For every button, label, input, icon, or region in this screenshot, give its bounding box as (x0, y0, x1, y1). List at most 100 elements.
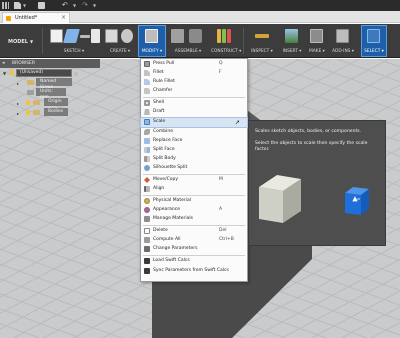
browser-header[interactable]: ◂ BROWSER (0, 59, 100, 68)
collapse-browser-icon[interactable]: ◂ (2, 60, 5, 66)
split-body-icon (144, 156, 150, 162)
menu-item-split-face[interactable]: Split Face (141, 146, 247, 155)
construct-axis-icon[interactable] (222, 29, 226, 43)
toolbar-group-select[interactable]: SELECT ▾ (361, 25, 387, 57)
menu-item-label: Manage Materials (153, 216, 193, 221)
create-sketch-icon[interactable] (63, 29, 80, 43)
line-tool-icon[interactable] (80, 35, 90, 38)
expand-origin-icon[interactable]: ▸ (17, 101, 19, 106)
create-box-icon[interactable] (105, 29, 118, 43)
menu-item-label: Align (153, 186, 165, 191)
3d-print-icon[interactable] (310, 29, 323, 43)
new-component-icon[interactable] (171, 29, 184, 43)
menu-item-sync-swift-calcs[interactable]: Sync Parameters from Swift Calcs (141, 267, 247, 276)
redo-icon[interactable]: ↷ (82, 2, 92, 9)
menu-item-rule-fillet[interactable]: Rule Fillet (141, 78, 247, 87)
menu-item-shortcut: Q (219, 61, 223, 66)
browser-root-node[interactable]: (Unsaved) (16, 69, 72, 77)
save-icon[interactable] (38, 2, 45, 9)
menu-item-combine[interactable]: Combine (141, 128, 247, 137)
compute-all-icon (144, 237, 150, 243)
menu-item-label: Move/Copy (153, 177, 178, 182)
toolbar-group-add-ins[interactable]: ADD-INS ▾ (330, 26, 356, 56)
menu-item-silhouette-split[interactable]: Silhouette Split (141, 164, 247, 173)
main-toolbar: MODEL ▼ SKETCH ▾ CREATE ▾ MODIFY ▾ ASSEMB… (0, 24, 400, 58)
rule-fillet-icon (144, 79, 150, 85)
undo-caret-icon[interactable]: ▼ (73, 3, 76, 8)
menu-item-manage-materials[interactable]: Manage Materials (141, 215, 247, 224)
toolbar-label-select: SELECT ▾ (364, 49, 384, 54)
file-icon[interactable] (14, 2, 21, 9)
toolbar-label-construct: CONSTRUCT ▾ (211, 49, 242, 54)
rectangle-tool-icon[interactable] (91, 29, 100, 43)
menu-item-physical-material[interactable]: Physical Material (141, 197, 247, 206)
silhouette-split-icon (144, 165, 150, 171)
create-sphere-icon[interactable] (121, 29, 133, 43)
toolbar-group-modify[interactable]: MODIFY ▾ (138, 25, 166, 57)
align-icon (144, 186, 150, 192)
menu-item-compute-all[interactable]: Compute All Ctrl+B (141, 236, 247, 245)
redo-caret-icon[interactable]: ▼ (93, 3, 96, 8)
menu-item-shortcut: Ctrl+B (219, 237, 234, 242)
browser-item-bodies[interactable]: Bodies (44, 108, 68, 116)
construct-point-icon[interactable] (227, 29, 231, 43)
toolbar-group-inspect[interactable]: INSPECT ▾ (246, 26, 278, 56)
undo-icon[interactable]: ↶ (62, 2, 72, 9)
activate-component-icon[interactable] (74, 72, 78, 76)
menu-item-chamfer[interactable]: Chamfer (141, 87, 247, 96)
browser-item-named-views[interactable]: Named Views (36, 78, 72, 90)
measure-icon[interactable] (255, 34, 269, 38)
menu-item-appearance[interactable]: Appearance A (141, 206, 247, 215)
folder-icon (33, 110, 40, 115)
menu-item-split-body[interactable]: Split Body (141, 155, 247, 164)
menu-item-label: Sync Parameters from Swift Calcs (153, 268, 229, 273)
menu-item-shell[interactable]: Shell (141, 99, 247, 108)
joint-icon[interactable] (189, 29, 202, 43)
toolbar-group-insert[interactable]: INSERT ▾ (280, 26, 304, 56)
toolbar-group-create[interactable]: CREATE ▾ (103, 26, 137, 56)
menu-item-change-parameters[interactable]: Change Parameters (141, 245, 247, 254)
file-menu-caret-icon[interactable]: ▼ (23, 3, 26, 8)
browser-item-units[interactable]: Units: mm (36, 88, 66, 100)
insert-image-icon[interactable] (285, 29, 298, 43)
menu-item-label: Replace Face (153, 138, 183, 143)
toolbar-divider (243, 28, 244, 54)
menu-item-label: Compute All (153, 237, 181, 242)
menu-item-draft[interactable]: Draft (141, 108, 247, 117)
visibility-bulb-icon[interactable] (10, 70, 14, 75)
expand-root-icon[interactable]: ▼ (3, 71, 6, 76)
menu-item-scale[interactable]: Scale ➚ (140, 117, 248, 128)
workspace-switcher[interactable]: MODEL ▼ (8, 39, 33, 45)
menu-item-fillet[interactable]: Fillet F (141, 69, 247, 78)
browser-root-label: (Unsaved) (20, 70, 44, 75)
menu-item-label: Load Swift Calcs (153, 258, 190, 263)
visibility-bulb-icon[interactable] (26, 100, 30, 105)
browser-item-origin[interactable]: Origin (44, 98, 68, 106)
toolbar-group-assemble[interactable]: ASSEMBLE ▾ (167, 26, 209, 56)
menu-item-move-copy[interactable]: Move/Copy M (141, 176, 247, 185)
select-icon[interactable] (367, 29, 380, 43)
document-settings-icon (27, 90, 34, 95)
press-pull-icon[interactable] (145, 29, 158, 43)
toolbar-group-make[interactable]: MAKE ▾ (306, 26, 328, 56)
menu-item-delete[interactable]: Delete Del (141, 227, 247, 236)
document-icon (6, 16, 11, 21)
document-tab[interactable]: Untitled* × (2, 12, 70, 23)
menu-item-align[interactable]: Align (141, 185, 247, 194)
toolbar-group-sketch[interactable]: SKETCH ▾ (46, 26, 102, 56)
gray-cube-front (259, 187, 283, 223)
construct-plane-icon[interactable] (217, 29, 221, 43)
apps-grid-icon[interactable] (2, 2, 9, 9)
menu-item-load-swift-calcs[interactable]: Load Swift Calcs (141, 257, 247, 266)
menu-item-press-pull[interactable]: Press Pull Q (141, 60, 247, 69)
expand-bodies-icon[interactable]: ▸ (17, 111, 19, 116)
close-tab-icon[interactable]: × (61, 14, 66, 21)
split-face-icon (144, 147, 150, 153)
menu-item-replace-face[interactable]: Replace Face (141, 137, 247, 146)
sketch-icon[interactable] (50, 29, 63, 43)
toolbar-group-construct[interactable]: CONSTRUCT ▾ (211, 26, 241, 56)
expand-named-views-icon[interactable]: ▸ (17, 81, 19, 86)
scripts-add-ins-icon[interactable] (336, 29, 349, 43)
visibility-bulb-icon[interactable] (26, 110, 30, 115)
physical-material-icon (144, 198, 150, 204)
